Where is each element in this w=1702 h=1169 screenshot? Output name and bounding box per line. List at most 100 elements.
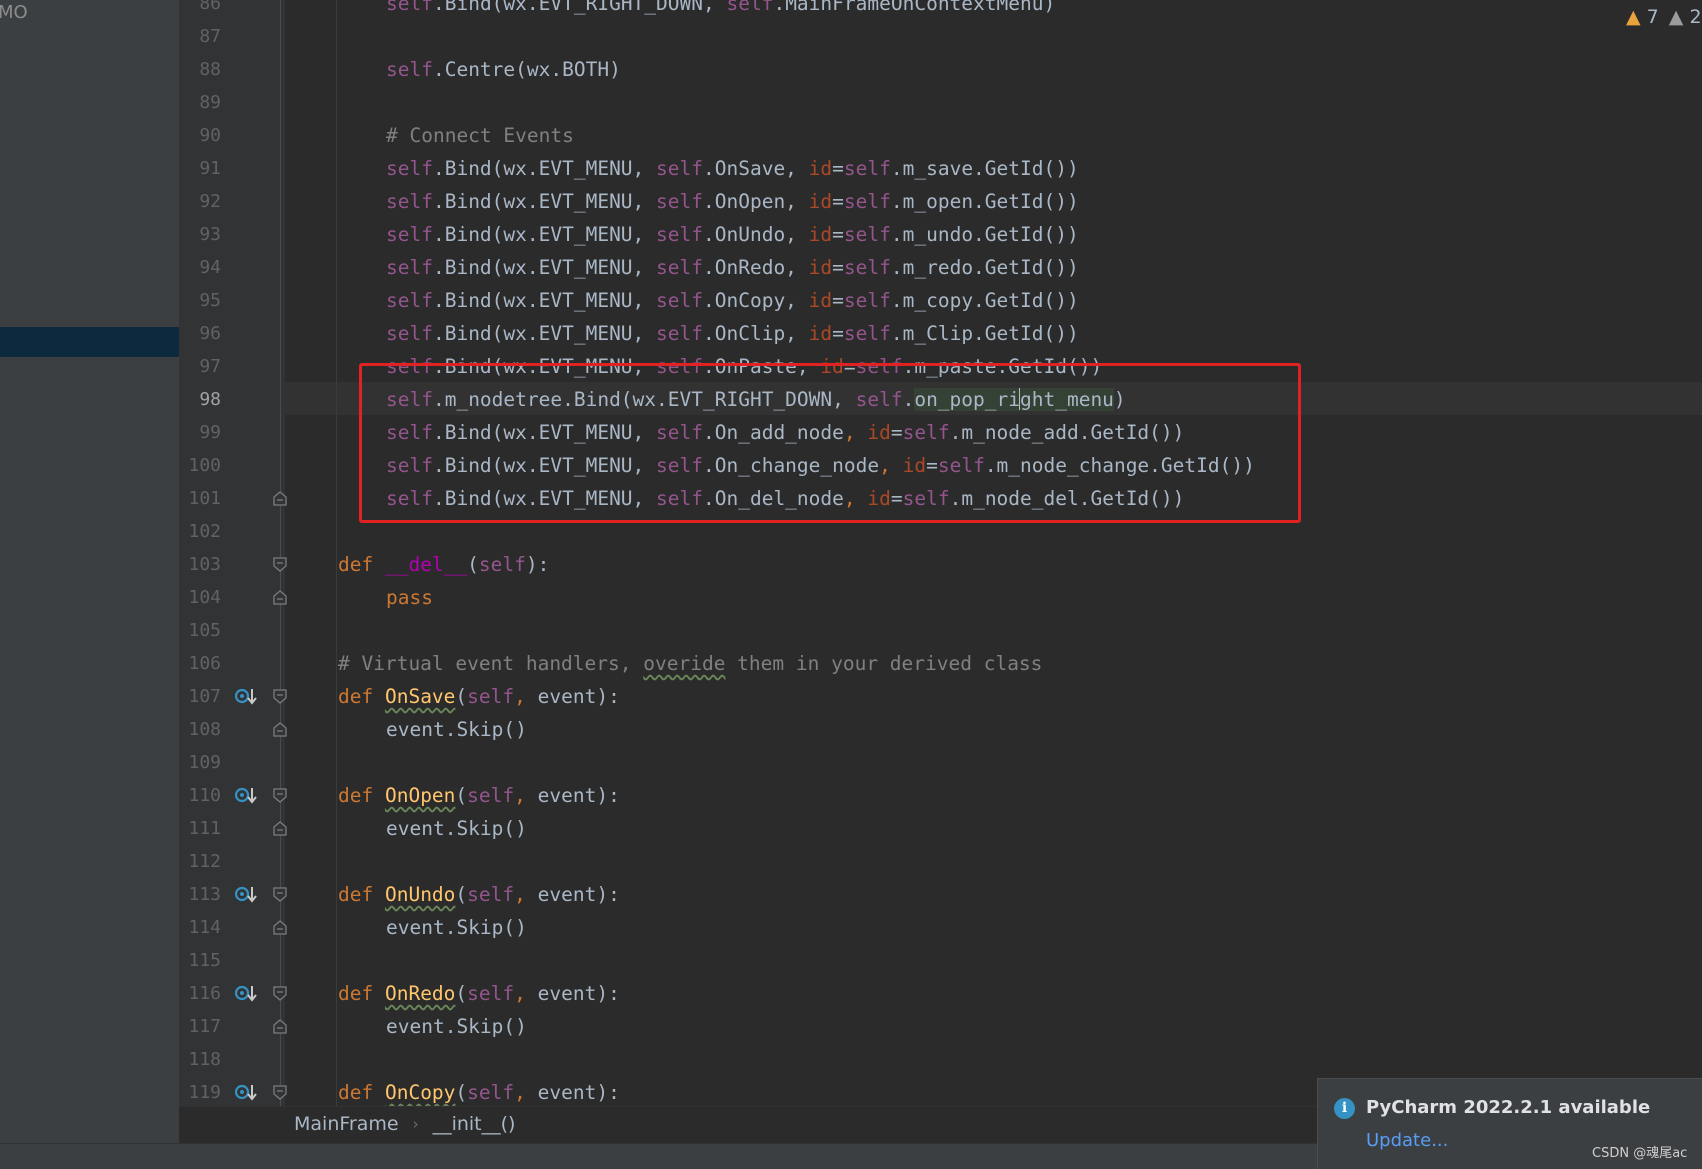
code-line[interactable]: 106 # Virtual event handlers, overide the… [179,647,1702,680]
code-text[interactable]: def OnRedo(self, event): [338,977,620,1010]
fold-start-icon[interactable] [273,557,287,572]
code-line[interactable]: 117 event.Skip() [179,1010,1702,1043]
code-line[interactable]: 109 [179,746,1702,779]
line-number[interactable]: 88 [179,53,221,86]
fold-end-icon[interactable] [273,920,287,935]
breadcrumb-method[interactable]: __init__() [433,1113,516,1135]
code-text[interactable]: self.Bind(wx.EVT_MENU, self.OnOpen, id=s… [386,185,1079,218]
line-number[interactable]: 103 [179,548,221,581]
fold-start-icon[interactable] [273,986,287,1001]
fold-end-icon[interactable] [273,1019,287,1034]
line-number[interactable]: 106 [179,647,221,680]
code-line[interactable]: 108 event.Skip() [179,713,1702,746]
line-number[interactable]: 113 [179,878,221,911]
fold-start-icon[interactable] [273,689,287,704]
line-number[interactable]: 118 [179,1043,221,1076]
line-number[interactable]: 100 [179,449,221,482]
code-line[interactable]: 104 pass [179,581,1702,614]
fold-end-icon[interactable] [273,821,287,836]
code-line[interactable]: 107 def OnSave(self, event): [179,680,1702,713]
code-text[interactable]: def __del__(self): [338,548,549,581]
code-line[interactable]: 105 [179,614,1702,647]
overrides-method-icon[interactable] [235,984,257,1004]
code-text[interactable]: self.Bind(wx.EVT_MENU, self.OnSave, id=s… [386,152,1079,185]
code-line[interactable]: 93 self.Bind(wx.EVT_MENU, self.OnUndo, id… [179,218,1702,251]
code-text[interactable]: self.Bind(wx.EVT_MENU, self.OnUndo, id=s… [386,218,1079,251]
weak-warning-indicator[interactable]: ▲ 2 [1669,6,1702,28]
fold-end-icon[interactable] [273,491,287,506]
line-number[interactable]: 104 [179,581,221,614]
line-number[interactable]: 98 [179,383,221,416]
line-number[interactable]: 109 [179,746,221,779]
code-text[interactable]: self.Bind(wx.EVT_MENU, self.OnClip, id=s… [386,317,1079,350]
overrides-method-icon[interactable] [235,1083,257,1103]
warning-indicator[interactable]: ▲ 7 [1626,6,1659,28]
line-number[interactable]: 92 [179,185,221,218]
fold-start-icon[interactable] [273,788,287,803]
code-line[interactable]: 112 [179,845,1702,878]
code-line[interactable]: 89 [179,86,1702,119]
code-text[interactable]: def OnUndo(self, event): [338,878,620,911]
line-number[interactable]: 117 [179,1010,221,1043]
code-text[interactable]: # Connect Events [386,119,574,152]
code-line[interactable]: 113 def OnUndo(self, event): [179,878,1702,911]
fold-start-icon[interactable] [273,1085,287,1100]
code-line[interactable]: 92 self.Bind(wx.EVT_MENU, self.OnOpen, id… [179,185,1702,218]
line-number[interactable]: 110 [179,779,221,812]
line-number[interactable]: 96 [179,317,221,350]
line-number[interactable]: 89 [179,86,221,119]
code-text[interactable]: def OnCopy(self, event): [338,1076,620,1109]
code-line[interactable]: 114 event.Skip() [179,911,1702,944]
code-line[interactable]: 115 [179,944,1702,977]
code-text[interactable]: def OnOpen(self, event): [338,779,620,812]
code-line[interactable]: 86 self.Bind(wx.EVT_RIGHT_DOWN, self.Main… [179,0,1702,20]
line-number[interactable]: 90 [179,119,221,152]
line-number[interactable]: 91 [179,152,221,185]
code-text[interactable]: event.Skip() [386,713,527,746]
code-line[interactable]: 94 self.Bind(wx.EVT_MENU, self.OnRedo, id… [179,251,1702,284]
line-number[interactable]: 111 [179,812,221,845]
code-line[interactable]: 116 def OnRedo(self, event): [179,977,1702,1010]
code-line[interactable]: 91 self.Bind(wx.EVT_MENU, self.OnSave, id… [179,152,1702,185]
code-line[interactable]: 96 self.Bind(wx.EVT_MENU, self.OnClip, id… [179,317,1702,350]
code-text[interactable]: self.Bind(wx.EVT_RIGHT_DOWN, self.MainFr… [386,0,1055,20]
line-number[interactable]: 93 [179,218,221,251]
line-number[interactable]: 115 [179,944,221,977]
code-line[interactable]: 88 self.Centre(wx.BOTH) [179,53,1702,86]
fold-start-icon[interactable] [273,887,287,902]
code-text[interactable]: event.Skip() [386,1010,527,1043]
code-line[interactable]: 110 def OnOpen(self, event): [179,779,1702,812]
code-text[interactable]: # Virtual event handlers, overide them i… [338,647,1042,680]
code-line[interactable]: 118 [179,1043,1702,1076]
line-number[interactable]: 86 [179,0,221,20]
line-number[interactable]: 95 [179,284,221,317]
line-number[interactable]: 108 [179,713,221,746]
fold-end-icon[interactable] [273,722,287,737]
code-line[interactable]: 87 [179,20,1702,53]
breadcrumb-class[interactable]: MainFrame [294,1113,399,1135]
code-line[interactable]: 95 self.Bind(wx.EVT_MENU, self.OnCopy, id… [179,284,1702,317]
code-text[interactable]: event.Skip() [386,812,527,845]
line-number[interactable]: 102 [179,515,221,548]
overrides-method-icon[interactable] [235,885,257,905]
update-link[interactable]: Update... [1366,1130,1448,1151]
project-tree-selected-row[interactable] [0,327,179,357]
line-number[interactable]: 101 [179,482,221,515]
line-number[interactable]: 107 [179,680,221,713]
fold-end-icon[interactable] [273,590,287,605]
code-text[interactable]: event.Skip() [386,911,527,944]
code-text[interactable]: def OnSave(self, event): [338,680,620,713]
code-text[interactable]: pass [386,581,433,614]
line-number[interactable]: 119 [179,1076,221,1109]
inspection-widget[interactable]: ▲ 7 ▲ 2 [1626,6,1702,28]
code-text[interactable]: self.Bind(wx.EVT_MENU, self.OnRedo, id=s… [386,251,1079,284]
code-text[interactable]: self.Centre(wx.BOTH) [386,53,621,86]
line-number[interactable]: 112 [179,845,221,878]
overrides-method-icon[interactable] [235,786,257,806]
line-number[interactable]: 114 [179,911,221,944]
line-number[interactable]: 116 [179,977,221,1010]
overrides-method-icon[interactable] [235,687,257,707]
line-number[interactable]: 94 [179,251,221,284]
line-number[interactable]: 97 [179,350,221,383]
code-line[interactable]: 90 # Connect Events [179,119,1702,152]
